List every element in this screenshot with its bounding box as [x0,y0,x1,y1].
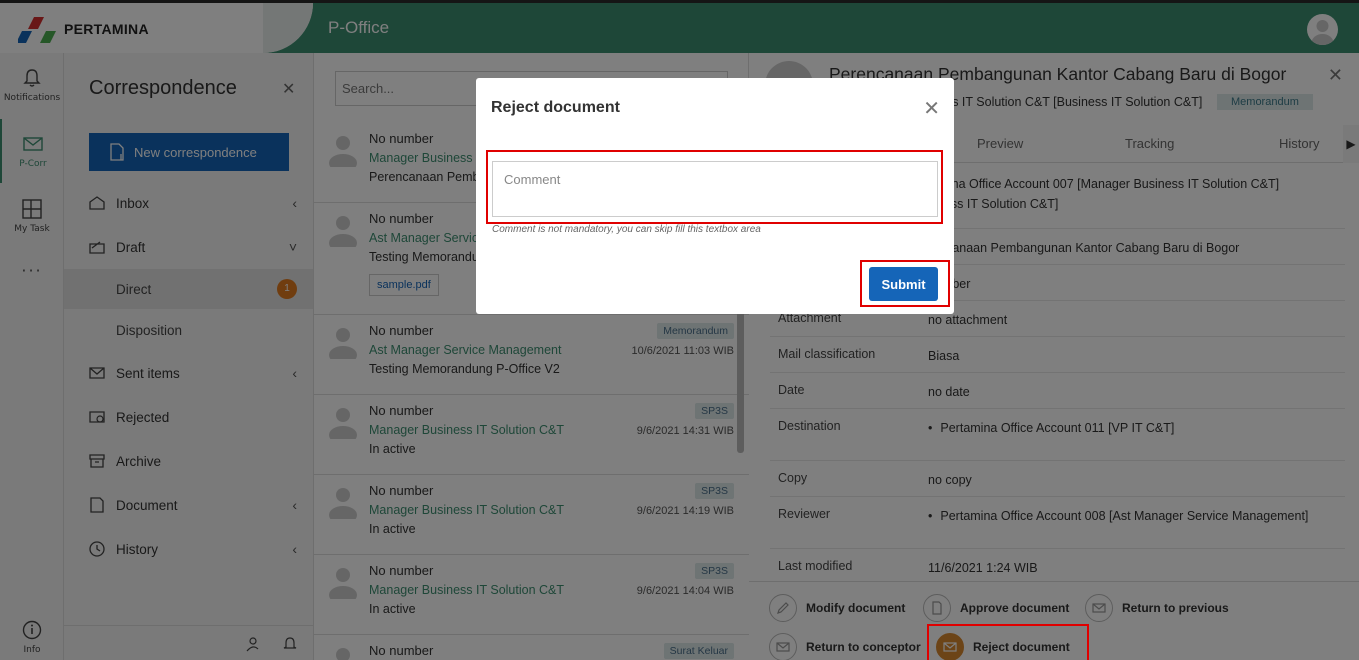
highlight-comment-box [486,150,943,224]
close-icon[interactable]: ✕ [923,96,940,120]
comment-hint: Comment is not mandatory, you can skip f… [492,224,761,235]
dialog-title: Reject document [491,99,620,116]
highlight-submit-box [860,260,950,307]
highlight-reject-box [927,624,1089,660]
